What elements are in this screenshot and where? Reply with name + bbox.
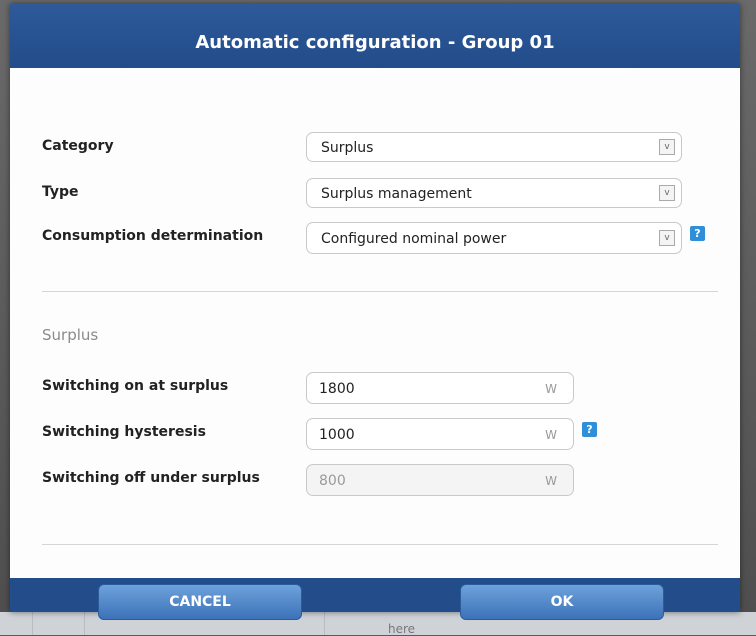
help-icon[interactable]: ? — [690, 226, 705, 241]
switch-on-value: 1800 — [319, 381, 355, 397]
section-title-surplus: Surplus — [42, 326, 99, 344]
hysteresis-label: Switching hysteresis — [42, 424, 206, 440]
divider — [42, 544, 718, 545]
hysteresis-value: 1000 — [319, 427, 355, 443]
consumption-value: Configured nominal power — [321, 231, 507, 247]
hysteresis-input[interactable]: 1000 W — [306, 418, 574, 450]
switch-off-label: Switching off under surplus — [42, 470, 260, 486]
consumption-select[interactable]: Configured nominal power v — [306, 222, 682, 254]
unit-label: W — [545, 474, 557, 488]
category-label: Category — [42, 138, 114, 154]
category-value: Surplus — [321, 140, 374, 156]
dialog-title: Automatic configuration - Group 01 — [10, 4, 740, 68]
unit-label: W — [545, 382, 557, 396]
switch-off-input: 800 W — [306, 464, 574, 496]
chevron-down-icon[interactable]: v — [659, 230, 675, 246]
cancel-button[interactable]: CANCEL — [98, 584, 302, 620]
chevron-down-icon[interactable]: v — [659, 185, 675, 201]
switch-on-label: Switching on at surplus — [42, 378, 229, 394]
type-label: Type — [42, 184, 79, 200]
switch-on-input[interactable]: 1800 W — [306, 372, 574, 404]
help-icon[interactable]: ? — [582, 422, 597, 437]
ok-button[interactable]: OK — [460, 584, 664, 620]
type-value: Surplus management — [321, 186, 472, 202]
chevron-down-icon[interactable]: v — [659, 139, 675, 155]
config-dialog: Automatic configuration - Group 01 Categ… — [10, 4, 740, 612]
divider — [42, 291, 718, 292]
unit-label: W — [545, 428, 557, 442]
category-select[interactable]: Surplus v — [306, 132, 682, 162]
background-cell — [32, 612, 83, 635]
type-select[interactable]: Surplus management v — [306, 178, 682, 208]
background-text: here — [388, 622, 416, 636]
switch-off-value: 800 — [319, 473, 346, 489]
consumption-label: Consumption determination — [42, 228, 264, 244]
